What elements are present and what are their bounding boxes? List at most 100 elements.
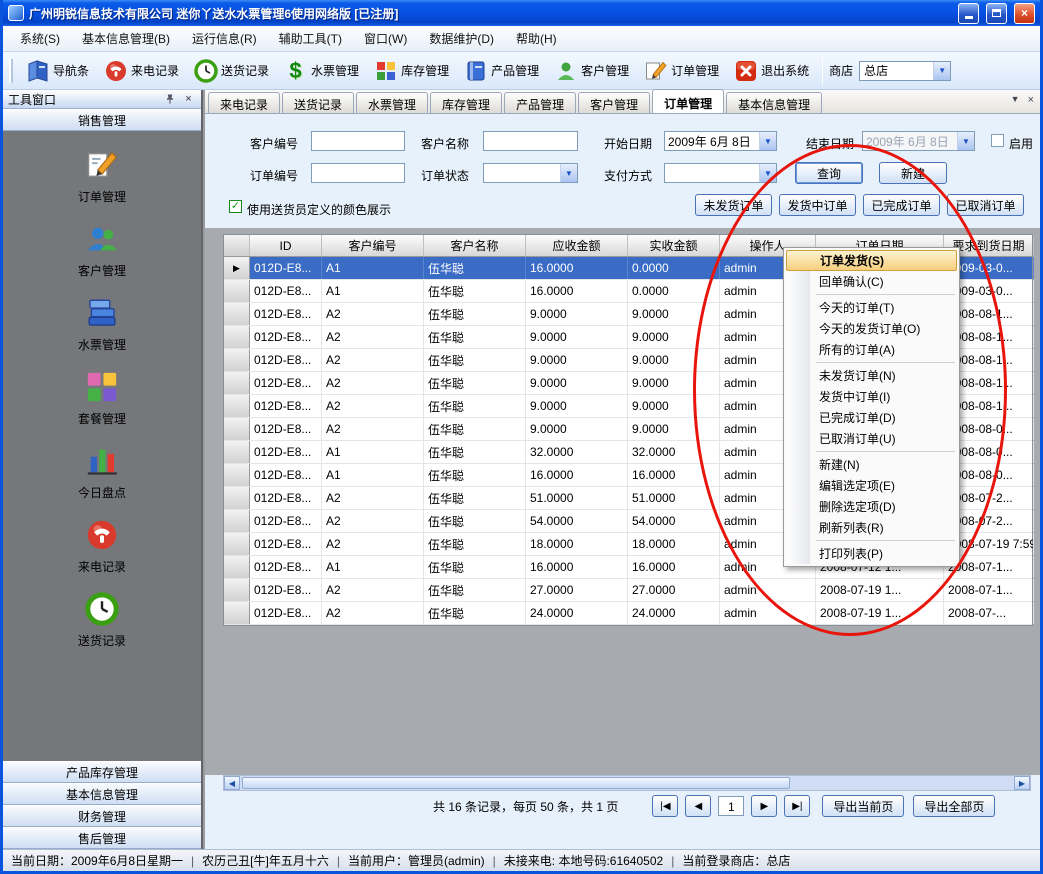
status-filter-button[interactable]: 已完成订单 (863, 194, 940, 216)
table-cell[interactable]: 9.0000 (628, 418, 720, 440)
start-date-picker[interactable]: 2009年 6月 8日 ▼ (664, 131, 777, 151)
table-cell[interactable]: 012D-E8... (250, 257, 322, 279)
page-number-input[interactable]: 1 (718, 796, 744, 816)
table-cell[interactable]: 2008-07-... (944, 602, 1034, 624)
context-menu-item[interactable]: 回单确认(C) (786, 271, 957, 292)
tab-menu-icon[interactable]: ▼ (1011, 94, 1020, 106)
row-selector[interactable] (224, 418, 250, 440)
table-cell[interactable]: 54.0000 (526, 510, 628, 532)
table-cell[interactable]: 9.0000 (628, 372, 720, 394)
sidebar-bottom-section[interactable]: 基本信息管理 (3, 783, 201, 805)
row-selector[interactable] (224, 487, 250, 509)
row-selector[interactable] (224, 349, 250, 371)
enable-checkbox[interactable] (991, 134, 1004, 147)
menu-item[interactable]: 数据维护(D) (418, 26, 505, 51)
context-menu-item[interactable]: 新建(N) (786, 454, 957, 475)
table-cell[interactable]: 24.0000 (526, 602, 628, 624)
row-selector[interactable] (224, 533, 250, 555)
context-menu-item[interactable]: 今天的发货订单(O) (786, 318, 957, 339)
customer-name-input[interactable] (483, 131, 578, 151)
table-cell[interactable]: A1 (322, 556, 424, 578)
table-cell[interactable]: 012D-E8... (250, 349, 322, 371)
table-cell[interactable]: 012D-E8... (250, 441, 322, 463)
table-cell[interactable]: 012D-E8... (250, 326, 322, 348)
table-cell[interactable]: 012D-E8... (250, 280, 322, 302)
table-cell[interactable]: 012D-E8... (250, 510, 322, 532)
table-cell[interactable]: admin (720, 579, 816, 601)
table-cell[interactable]: 54.0000 (628, 510, 720, 532)
row-selector[interactable] (224, 372, 250, 394)
table-cell[interactable]: 伍华聪 (424, 487, 526, 509)
horizontal-scrollbar[interactable]: ◀ ▶ (223, 775, 1031, 791)
table-cell[interactable]: A2 (322, 349, 424, 371)
table-cell[interactable]: 18.0000 (526, 533, 628, 555)
color-display-checkbox[interactable]: ✓ (229, 200, 242, 213)
context-menu-item[interactable]: 所有的订单(A) (786, 339, 957, 360)
table-cell[interactable]: A1 (322, 280, 424, 302)
table-cell[interactable]: A2 (322, 487, 424, 509)
context-menu-item[interactable]: 刷新列表(R) (786, 517, 957, 538)
table-cell[interactable]: 9.0000 (526, 326, 628, 348)
table-cell[interactable]: 16.0000 (526, 556, 628, 578)
maximize-button[interactable] (986, 3, 1007, 24)
row-selector[interactable]: ▶ (224, 257, 250, 279)
tab-7[interactable]: 基本信息管理 (726, 92, 822, 113)
table-cell[interactable]: 012D-E8... (250, 464, 322, 486)
table-cell[interactable]: 伍华聪 (424, 280, 526, 302)
grid-column-header[interactable]: ID (250, 235, 322, 256)
scroll-right-icon[interactable]: ▶ (1014, 776, 1030, 790)
tab-close-icon[interactable]: × (1028, 94, 1034, 106)
table-cell[interactable]: 伍华聪 (424, 510, 526, 532)
table-cell[interactable]: 012D-E8... (250, 579, 322, 601)
sidebar-bottom-section[interactable]: 产品库存管理 (3, 761, 201, 783)
table-cell[interactable]: 9.0000 (526, 303, 628, 325)
table-cell[interactable]: 0.0000 (628, 257, 720, 279)
table-cell[interactable]: A2 (322, 326, 424, 348)
table-cell[interactable]: 9.0000 (628, 395, 720, 417)
context-menu-item[interactable]: 已完成订单(D) (786, 407, 957, 428)
grid-column-header[interactable]: 客户名称 (424, 235, 526, 256)
menu-item[interactable]: 系统(S) (9, 26, 71, 51)
sidebar-item-package-mgmt[interactable]: 套餐管理 (78, 370, 126, 427)
table-cell[interactable]: 51.0000 (526, 487, 628, 509)
toolbar-inventory-button[interactable]: 库存管理 (366, 55, 456, 86)
table-cell[interactable]: 伍华聪 (424, 602, 526, 624)
new-button[interactable]: 新建 (879, 162, 947, 184)
pay-method-select[interactable]: ▼ (664, 163, 777, 183)
table-cell[interactable]: 伍华聪 (424, 418, 526, 440)
table-cell[interactable]: 16.0000 (526, 257, 628, 279)
store-select[interactable]: 总店 ▼ (859, 61, 951, 81)
table-cell[interactable]: 伍华聪 (424, 533, 526, 555)
table-cell[interactable]: A2 (322, 602, 424, 624)
sidebar-item-water-ticket-mgmt[interactable]: 水票管理 (78, 296, 126, 353)
customer-no-input[interactable] (311, 131, 405, 151)
table-cell[interactable]: 012D-E8... (250, 487, 322, 509)
pin-icon[interactable] (162, 92, 177, 107)
table-cell[interactable]: 012D-E8... (250, 418, 322, 440)
table-cell[interactable]: 16.0000 (628, 464, 720, 486)
order-status-select[interactable]: ▼ (483, 163, 578, 183)
table-cell[interactable]: 32.0000 (526, 441, 628, 463)
table-cell[interactable]: 9.0000 (526, 349, 628, 371)
menu-item[interactable]: 运行信息(R) (181, 26, 268, 51)
toolbar-nav-button[interactable]: 导航条 (18, 55, 96, 86)
tab-5[interactable]: 客户管理 (578, 92, 650, 113)
table-cell[interactable]: A2 (322, 418, 424, 440)
chevron-down-icon[interactable]: ▼ (560, 164, 577, 182)
status-filter-button[interactable]: 已取消订单 (947, 194, 1024, 216)
toolbar-customer-button[interactable]: 客户管理 (546, 55, 636, 86)
sidebar-item-call-log[interactable]: 来电记录 (78, 518, 126, 575)
table-cell[interactable]: 18.0000 (628, 533, 720, 555)
row-selector[interactable] (224, 579, 250, 601)
table-cell[interactable]: A2 (322, 303, 424, 325)
row-selector[interactable] (224, 441, 250, 463)
context-menu-item[interactable]: 未发货订单(N) (786, 365, 957, 386)
row-selector[interactable] (224, 510, 250, 532)
table-cell[interactable]: 16.0000 (526, 464, 628, 486)
table-cell[interactable]: A2 (322, 372, 424, 394)
tab-3[interactable]: 库存管理 (430, 92, 502, 113)
next-page-button[interactable]: ▶ (751, 795, 777, 817)
status-filter-button[interactable]: 发货中订单 (779, 194, 856, 216)
table-cell[interactable]: 012D-E8... (250, 395, 322, 417)
row-selector[interactable] (224, 280, 250, 302)
